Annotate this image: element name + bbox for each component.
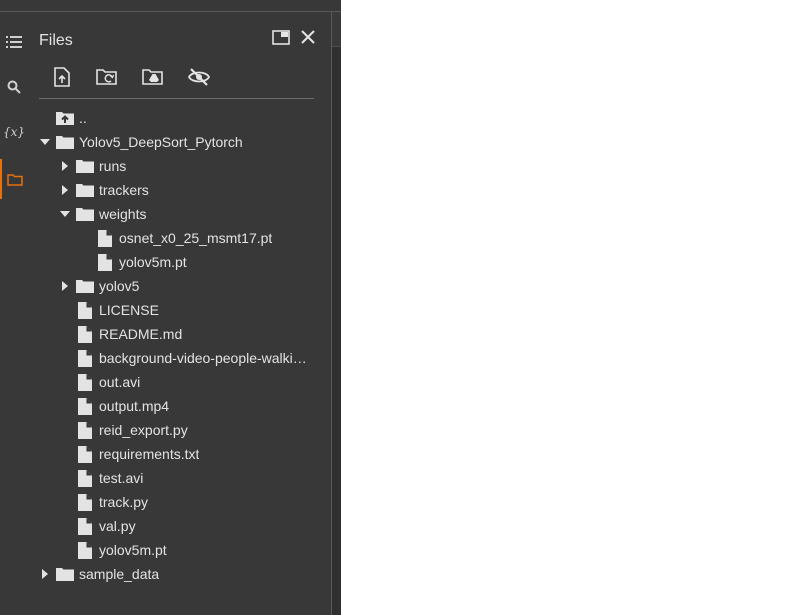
table-of-contents-icon: [6, 36, 22, 48]
file-icon: [75, 538, 95, 562]
open-in-new-window-icon: [272, 29, 290, 45]
files-button[interactable]: [0, 159, 28, 199]
parent-directory-row[interactable]: ..: [55, 106, 87, 130]
folder-label: yolov5: [99, 278, 140, 294]
file-icon: [95, 226, 115, 250]
folder-row-sample-data[interactable]: sample_data: [35, 562, 159, 586]
chevron-right-icon[interactable]: [55, 178, 75, 202]
search-button[interactable]: [0, 67, 28, 107]
colab-file-browser: {x} Files .. Yolov5_DeepSort_Pytorch run…: [0, 0, 341, 615]
file-label: output.mp4: [99, 398, 170, 414]
folder-row-runs[interactable]: runs: [55, 154, 126, 178]
parent-folder-icon: [55, 106, 75, 130]
file-row[interactable]: output.mp4: [75, 394, 169, 418]
file-icon: [75, 418, 95, 442]
folder-icon: [75, 274, 95, 298]
file-row[interactable]: out.avi: [75, 370, 140, 394]
refresh-button[interactable]: [94, 64, 120, 90]
folder-icon: [7, 173, 23, 186]
toolbar-separator: [39, 98, 314, 99]
file-icon: [75, 298, 95, 322]
folder-icon: [55, 562, 75, 586]
left-rail: {x}: [0, 12, 28, 615]
file-icon: [75, 322, 95, 346]
blank-area: [341, 0, 800, 615]
folder-icon: [75, 154, 95, 178]
close-panel-button[interactable]: [296, 25, 320, 49]
file-row[interactable]: yolov5m.pt: [75, 538, 167, 562]
folder-row-root[interactable]: Yolov5_DeepSort_Pytorch: [35, 130, 243, 154]
file-row[interactable]: osnet_x0_25_msmt17.pt: [95, 226, 272, 250]
file-label: README.md: [99, 326, 183, 342]
folder-label: runs: [99, 158, 127, 174]
hide-files-button[interactable]: [186, 64, 212, 90]
file-icon: [75, 490, 95, 514]
refresh-folder-icon: [96, 69, 117, 85]
file-icon: [75, 394, 95, 418]
file-row[interactable]: yolov5m.pt: [95, 250, 187, 274]
file-label: background-video-people-walki…: [99, 350, 307, 366]
file-label: reid_export.py: [99, 422, 188, 438]
notebook-edge: [332, 12, 341, 615]
file-row[interactable]: test.avi: [75, 466, 143, 490]
file-row[interactable]: reid_export.py: [75, 418, 188, 442]
file-label: track.py: [99, 494, 149, 510]
file-icon: [75, 514, 95, 538]
variables-button[interactable]: {x}: [0, 112, 28, 152]
mount-drive-icon: [142, 69, 163, 85]
file-icon: [75, 346, 95, 370]
close-icon: [301, 30, 315, 44]
chevron-down-icon[interactable]: [55, 202, 75, 226]
folder-label: trackers: [99, 182, 149, 198]
search-icon: [7, 80, 21, 94]
file-row[interactable]: requirements.txt: [75, 442, 199, 466]
folder-icon: [75, 202, 95, 226]
folder-row-trackers[interactable]: trackers: [55, 178, 149, 202]
file-label: LICENSE: [99, 302, 159, 318]
folder-row-weights[interactable]: weights: [55, 202, 146, 226]
file-row[interactable]: background-video-people-walki…: [75, 346, 310, 370]
file-label: yolov5m.pt: [99, 542, 167, 558]
hide-files-icon: [188, 68, 210, 86]
chevron-down-icon[interactable]: [35, 130, 55, 154]
open-in-new-window-button[interactable]: [269, 25, 293, 49]
files-panel: Files .. Yolov5_DeepSort_Pytorch runs tr…: [28, 12, 331, 615]
table-of-contents-button[interactable]: [0, 22, 28, 62]
folder-row-yolov5[interactable]: yolov5: [55, 274, 139, 298]
notebook-edge-header: [332, 12, 341, 47]
folder-icon: [75, 178, 95, 202]
file-row[interactable]: track.py: [75, 490, 148, 514]
file-label: requirements.txt: [99, 446, 200, 462]
folder-label: Yolov5_DeepSort_Pytorch: [79, 134, 243, 150]
file-label: yolov5m.pt: [119, 254, 187, 270]
upload-file-button[interactable]: [49, 64, 75, 90]
mount-drive-button[interactable]: [140, 64, 166, 90]
parent-directory-label: ..: [79, 110, 87, 126]
folder-label: weights: [99, 206, 147, 222]
file-row[interactable]: README.md: [75, 322, 182, 346]
chevron-right-icon[interactable]: [55, 154, 75, 178]
chevron-right-icon[interactable]: [55, 274, 75, 298]
file-row[interactable]: val.py: [75, 514, 136, 538]
chevron-right-icon[interactable]: [35, 562, 55, 586]
file-icon: [75, 370, 95, 394]
folder-label: sample_data: [79, 566, 160, 582]
file-label: out.avi: [99, 374, 141, 390]
panel-title: Files: [39, 32, 73, 49]
file-label: osnet_x0_25_msmt17.pt: [119, 230, 273, 246]
folder-icon: [55, 130, 75, 154]
file-icon: [75, 466, 95, 490]
file-label: test.avi: [99, 470, 144, 486]
file-icon: [95, 250, 115, 274]
file-icon: [75, 442, 95, 466]
variables-icon: {x}: [2, 125, 26, 139]
file-row[interactable]: LICENSE: [75, 298, 159, 322]
upload-file-icon: [54, 67, 70, 87]
file-label: val.py: [99, 518, 136, 534]
